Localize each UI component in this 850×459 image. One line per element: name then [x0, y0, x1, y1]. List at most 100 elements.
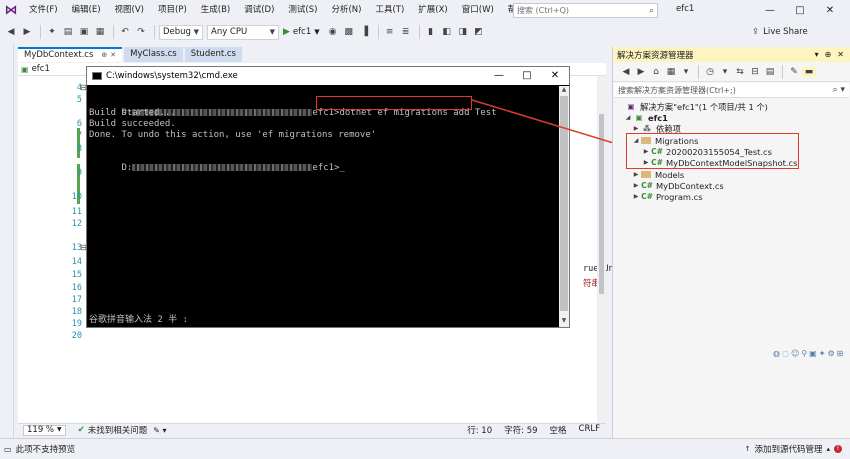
- run-button[interactable]: ▶ efc1 ▼: [283, 27, 320, 37]
- properties-icon[interactable]: ✎: [787, 67, 801, 77]
- filter-icon[interactable]: ✎ ▾: [153, 426, 166, 435]
- scroll-up-icon[interactable]: ▲: [559, 86, 569, 96]
- close-icon[interactable]: ✕: [541, 67, 569, 85]
- menu-project[interactable]: 项目(P): [151, 0, 194, 21]
- menu-file[interactable]: 文件(F): [22, 0, 65, 21]
- switch-views-icon[interactable]: ▦: [664, 67, 678, 77]
- menu-analyze[interactable]: 分析(N): [324, 0, 368, 21]
- tab-myclass[interactable]: MyClass.cs: [124, 47, 183, 62]
- tree-item-models[interactable]: ▶ Models: [631, 169, 685, 180]
- platform-dropdown[interactable]: Any CPU ▼: [207, 24, 279, 40]
- menu-debug[interactable]: 调试(D): [237, 0, 281, 21]
- comment-icon[interactable]: ≡: [383, 27, 397, 37]
- solution-search-input[interactable]: 搜索解决方案资源管理器(Ctrl+;) ⌕ ▾: [614, 83, 849, 98]
- tree-label: Models: [655, 169, 685, 180]
- pin-icon[interactable]: ⊕: [825, 50, 832, 59]
- line-number: 19: [71, 319, 82, 329]
- menu-view[interactable]: 视图(V): [108, 0, 151, 21]
- menu-window[interactable]: 窗口(W): [455, 0, 501, 21]
- zoom-dropdown[interactable]: 119 % ▼: [23, 424, 66, 436]
- dropdown-icon[interactable]: ▾: [815, 50, 819, 59]
- char-indicator: 字符: 59: [504, 426, 538, 436]
- issues-label[interactable]: 未找到相关问题: [88, 424, 148, 436]
- toolbar-divider: [698, 64, 699, 79]
- tree-item-project[interactable]: ◢ ▣ efc1: [623, 112, 668, 123]
- open-icon[interactable]: ▤: [61, 27, 75, 37]
- ime-icon[interactable]: ▣: [809, 349, 817, 358]
- notification-icon[interactable]: !: [834, 445, 842, 453]
- configuration-dropdown[interactable]: Debug ▼: [159, 24, 203, 40]
- ime-icon[interactable]: ◌: [782, 349, 789, 358]
- maximize-icon[interactable]: □: [785, 0, 815, 21]
- blurred-path: [132, 164, 313, 171]
- sync-icon[interactable]: ⇆: [733, 67, 747, 77]
- hot-reload-icon[interactable]: ▩: [342, 27, 356, 37]
- forward-icon[interactable]: ▶: [634, 67, 648, 77]
- bookmark-clear-icon[interactable]: ◩: [472, 27, 486, 37]
- search-input[interactable]: 搜索 (Ctrl+Q) ⌕: [513, 3, 658, 18]
- preview-icon[interactable]: ▬: [802, 66, 816, 77]
- bookmark-icon[interactable]: ▮: [424, 27, 438, 37]
- source-control-button[interactable]: 添加到源代码管理: [754, 443, 822, 455]
- breakpoint-icon[interactable]: ▐: [358, 27, 372, 37]
- toolbar: ◀ ▶ ✦ ▤ ▣ ▦ ↶ ↷ Debug ▼ Any CPU ▼ ▶ efc1…: [0, 21, 850, 43]
- menu-tools[interactable]: 工具(T): [368, 0, 411, 21]
- minimize-icon[interactable]: —: [485, 67, 513, 85]
- pending-changes-icon[interactable]: ◷: [703, 67, 717, 77]
- chevron-right-icon[interactable]: ▶: [631, 171, 641, 178]
- bookmark-prev-icon[interactable]: ◧: [440, 27, 454, 37]
- maximize-icon[interactable]: □: [513, 67, 541, 85]
- home-icon[interactable]: ⌂: [649, 67, 663, 77]
- ime-icon[interactable]: ⚲: [801, 349, 807, 358]
- line-number: 5: [76, 95, 82, 105]
- ime-icon[interactable]: ⊞: [837, 349, 844, 358]
- search-icon: ⌕ ▾: [832, 85, 845, 95]
- collapse-all-icon[interactable]: ⊟: [748, 67, 762, 77]
- chevron-down-icon[interactable]: ▾: [718, 67, 732, 77]
- run-label: efc1: [292, 27, 312, 37]
- tree-item-dbcontext[interactable]: ▶ C# MyDbContext.cs: [631, 180, 724, 191]
- tab-mydbcontext[interactable]: MyDbContext.cs ⊕ ✕: [18, 47, 123, 63]
- cmd-output-line: Done. To undo this action, use 'ef migra…: [89, 130, 377, 140]
- chevron-right-icon[interactable]: ▶: [631, 182, 641, 189]
- save-all-icon[interactable]: ▦: [93, 27, 107, 37]
- live-share-button[interactable]: ⇪ Live Share: [752, 22, 808, 42]
- tree-item-program[interactable]: ▶ C# Program.cs: [631, 191, 703, 202]
- close-icon[interactable]: ✕: [815, 0, 845, 21]
- scroll-down-icon[interactable]: ▼: [559, 317, 569, 327]
- browser-link-icon[interactable]: ◉: [326, 27, 340, 37]
- ime-icon[interactable]: ☺: [791, 349, 799, 358]
- undo-icon[interactable]: ↶: [118, 27, 132, 37]
- ime-icon[interactable]: ⚙: [827, 349, 834, 358]
- line-number: 18: [71, 307, 82, 317]
- chevron-right-icon[interactable]: ▶: [631, 125, 641, 132]
- cmd-title-bar[interactable]: C:\windows\system32\cmd.exe — □ ✕: [87, 67, 569, 85]
- back-icon[interactable]: ◀: [4, 27, 18, 37]
- chevron-down-icon[interactable]: ◢: [623, 114, 633, 121]
- menu-build[interactable]: 生成(B): [194, 0, 237, 21]
- save-icon[interactable]: ▣: [77, 27, 91, 37]
- back-icon[interactable]: ◀: [619, 67, 633, 77]
- forward-icon[interactable]: ▶: [20, 27, 34, 37]
- csharp-project-icon: ▣: [21, 64, 29, 74]
- tab-student[interactable]: Student.cs: [184, 47, 242, 62]
- close-icon[interactable]: ✕: [837, 50, 844, 59]
- chevron-down-icon[interactable]: ▾: [679, 67, 693, 77]
- tree-item-solution[interactable]: ▣ 解决方案"efc1"(1 个项目/共 1 个): [615, 101, 767, 112]
- show-all-files-icon[interactable]: ▤: [763, 67, 777, 77]
- pin-icon[interactable]: ⊕: [101, 48, 107, 63]
- uncomment-icon[interactable]: ≣: [399, 27, 413, 37]
- redo-icon[interactable]: ↷: [134, 27, 148, 37]
- minimize-icon[interactable]: —: [755, 0, 785, 21]
- ime-icon[interactable]: ✦: [819, 349, 826, 358]
- menu-extensions[interactable]: 扩展(X): [411, 0, 454, 21]
- menu-test[interactable]: 测试(S): [281, 0, 324, 21]
- bookmark-next-icon[interactable]: ◨: [456, 27, 470, 37]
- chevron-right-icon[interactable]: ▶: [631, 193, 641, 200]
- configuration-value: Debug: [163, 27, 191, 37]
- close-icon[interactable]: ✕: [110, 48, 116, 63]
- ime-icon[interactable]: ◍: [773, 349, 780, 358]
- menu-edit[interactable]: 编辑(E): [65, 0, 108, 21]
- new-project-icon[interactable]: ✦: [45, 27, 59, 37]
- tab-label: Student.cs: [190, 49, 236, 59]
